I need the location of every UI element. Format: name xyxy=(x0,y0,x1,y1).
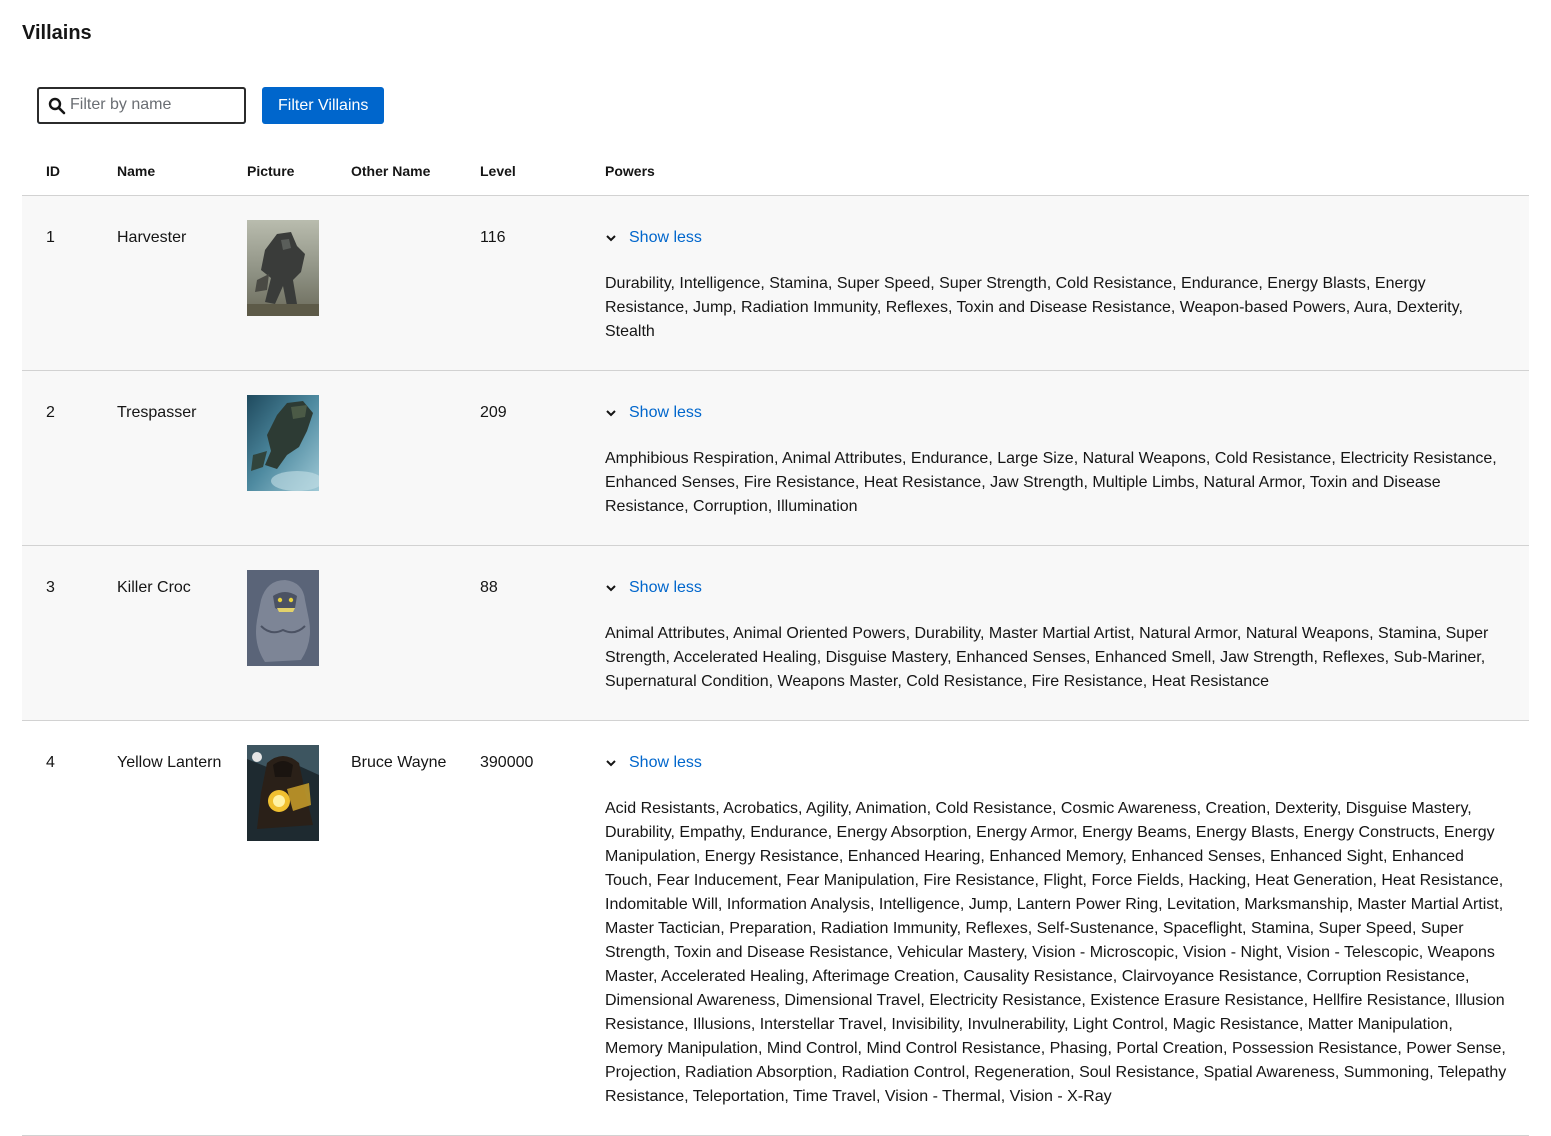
show-less-toggle[interactable]: Show less xyxy=(605,576,1509,600)
villain-powers: Animal Attributes, Animal Oriented Power… xyxy=(605,624,1489,690)
villain-id: 2 xyxy=(46,403,55,421)
villain-picture xyxy=(247,219,319,316)
column-header-picture[interactable]: Picture xyxy=(247,147,351,196)
villain-level: 116 xyxy=(480,228,506,246)
table-row: 2 Trespasser 209 Show less Amphibious Re… xyxy=(22,370,1529,546)
search-box[interactable] xyxy=(37,87,246,124)
page: Villains Filter Villains ID Name Picture… xyxy=(0,0,1551,1136)
toolbar: Filter Villains xyxy=(22,87,1529,147)
villain-id: 3 xyxy=(46,578,55,596)
search-icon xyxy=(48,97,66,115)
column-header-id[interactable]: ID xyxy=(22,147,117,196)
search-input[interactable] xyxy=(70,88,240,122)
villain-name: Harvester xyxy=(117,228,187,246)
villain-powers: Durability, Intelligence, Stamina, Super… xyxy=(605,274,1463,340)
villain-id: 4 xyxy=(46,753,55,771)
chevron-down-icon xyxy=(606,234,616,241)
villain-picture xyxy=(247,569,319,666)
filter-villains-button[interactable]: Filter Villains xyxy=(262,87,385,124)
villain-other-name xyxy=(351,546,480,576)
villain-name: Trespasser xyxy=(117,403,197,421)
chevron-down-icon xyxy=(606,759,616,766)
villain-other-name xyxy=(351,371,480,401)
villain-picture xyxy=(247,744,319,841)
show-less-toggle[interactable]: Show less xyxy=(605,401,1509,425)
toggle-label: Show less xyxy=(629,578,702,596)
table-row: 4 Yellow Lantern Bruce Wayne 390000 Show… xyxy=(22,720,1529,1136)
villain-other-name xyxy=(351,196,480,226)
chevron-down-icon xyxy=(606,584,616,591)
villain-powers: Acid Resistants, Acrobatics, Agility, An… xyxy=(605,799,1507,1105)
toggle-label: Show less xyxy=(629,403,702,421)
table-row: 3 Killer Croc 88 Show less Animal Attrib… xyxy=(22,545,1529,721)
villain-picture xyxy=(247,394,319,491)
show-less-toggle[interactable]: Show less xyxy=(605,226,1509,250)
column-header-level[interactable]: Level xyxy=(480,147,605,196)
page-title: Villains xyxy=(22,22,92,44)
show-less-toggle[interactable]: Show less xyxy=(605,751,1509,775)
chevron-down-icon xyxy=(606,409,616,416)
column-header-powers[interactable]: Powers xyxy=(605,147,1529,196)
table-row: 1 Harvester 116 Show less Durability, In… xyxy=(22,195,1529,371)
table-header-row: ID Name Picture Other Name Level Powers xyxy=(22,147,1529,196)
column-header-name[interactable]: Name xyxy=(117,147,247,196)
toggle-label: Show less xyxy=(629,228,702,246)
villain-other-name: Bruce Wayne xyxy=(351,753,447,771)
villain-level: 209 xyxy=(480,403,507,421)
villain-powers: Amphibious Respiration, Animal Attribute… xyxy=(605,449,1497,515)
villain-level: 390000 xyxy=(480,753,534,771)
villain-name: Killer Croc xyxy=(117,578,191,596)
column-header-other-name[interactable]: Other Name xyxy=(351,147,480,196)
toggle-label: Show less xyxy=(629,753,702,771)
villain-id: 1 xyxy=(46,228,55,246)
villain-name: Yellow Lantern xyxy=(117,753,222,771)
villains-table: ID Name Picture Other Name Level Powers … xyxy=(22,147,1529,1136)
villain-level: 88 xyxy=(480,578,498,596)
